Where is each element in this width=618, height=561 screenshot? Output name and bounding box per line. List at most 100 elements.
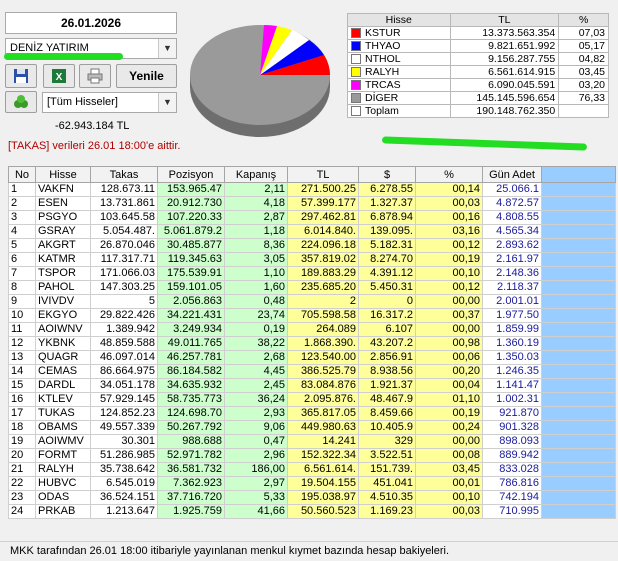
- table-cell: YKBNK: [35, 336, 91, 351]
- table-cell: 1.350.03: [482, 350, 542, 365]
- stock-filter-select[interactable]: [Tüm Hisseler] ▼: [42, 92, 177, 113]
- summary-total-label: Toplam: [347, 104, 451, 118]
- table-cell: 15: [8, 378, 36, 393]
- excel-export-button[interactable]: X: [43, 64, 75, 88]
- table-row[interactable]: 13 QUAGR 46.097.014 46.257.781 2,68 123.540.0…: [8, 350, 616, 365]
- table-cell-spacer: [541, 322, 616, 337]
- table-row[interactable]: 18 OBAMS 49.557.339 50.267.792 9,06 449.980.6…: [8, 420, 616, 435]
- table-cell: 123.540.00: [287, 350, 359, 365]
- table-cell: 00,20: [415, 364, 483, 379]
- col-header-pozisyon[interactable]: Pozisyon: [157, 166, 225, 183]
- table-cell: 742.194: [482, 490, 542, 505]
- col-header-tl[interactable]: TL: [287, 166, 359, 183]
- table-cell: 2.095.876.: [287, 392, 359, 407]
- table-cell: 86.664.975: [90, 364, 158, 379]
- table-cell: 86.184.582: [157, 364, 225, 379]
- table-cell: GSRAY: [35, 224, 91, 239]
- table-row[interactable]: 10 EKGYO 29.822.426 34.221.431 23,74 705.598.…: [8, 308, 616, 323]
- summary-header-pct: %: [558, 13, 609, 27]
- summary-pct: 03,45: [558, 65, 609, 79]
- table-cell: TUKAS: [35, 406, 91, 421]
- table-cell: 5.182.31: [358, 238, 416, 253]
- save-button[interactable]: [5, 64, 37, 88]
- table-row[interactable]: 2 ESEN 13.731.861 20.912.730 4,18 57.399.177 1…: [8, 196, 616, 211]
- table-cell: FORMT: [35, 448, 91, 463]
- table-cell: 9: [8, 294, 36, 309]
- table-cell: 1.360.19: [482, 336, 542, 351]
- table-cell: KATMR: [35, 252, 91, 267]
- table-row[interactable]: 8 PAHOL 147.303.25 159.101.05 1,60 235.685.20…: [8, 280, 616, 295]
- table-cell: 271.500.25: [287, 182, 359, 197]
- table-cell: 451.041: [358, 476, 416, 491]
- summary-total-pct: [558, 104, 609, 118]
- summary-hisse: DİGER: [347, 91, 451, 105]
- table-row[interactable]: 15 DARDL 34.051.178 34.635.932 2,45 83.084.87…: [8, 378, 616, 393]
- table-cell: 03,16: [415, 224, 483, 239]
- table-cell: 5: [90, 294, 158, 309]
- table-cell: 386.525.79: [287, 364, 359, 379]
- col-header-kapanis[interactable]: Kapanış: [224, 166, 288, 183]
- table-cell: 4: [8, 224, 36, 239]
- table-cell: 00,06: [415, 350, 483, 365]
- table-row[interactable]: 14 CEMAS 86.664.975 86.184.582 4,45 386.525.7…: [8, 364, 616, 379]
- table-cell-spacer: [541, 350, 616, 365]
- table-cell: 2.001.01: [482, 294, 542, 309]
- table-cell: 23,74: [224, 308, 288, 323]
- table-cell: 00,16: [415, 210, 483, 225]
- table-row[interactable]: 7 TSPOR 171.066.03 175.539.91 1,10 189.883.29…: [8, 266, 616, 281]
- table-row[interactable]: 24 PRKAB 1.213.647 1.925.759 41,66 50.560.523…: [8, 504, 616, 519]
- table-cell: 9,06: [224, 420, 288, 435]
- table-cell: 00,10: [415, 490, 483, 505]
- table-row[interactable]: 19 AOIWMV 30.301 988.688 0,47 14.241 329 00,00 8…: [8, 434, 616, 449]
- table-cell: 175.539.91: [157, 266, 225, 281]
- table-cell: 449.980.63: [287, 420, 359, 435]
- table-cell: 00,12: [415, 238, 483, 253]
- chevron-down-icon[interactable]: ▼: [158, 39, 176, 58]
- table-row[interactable]: 11 AOIWNV 1.389.942 3.249.934 0,19 264.089 6.1…: [8, 322, 616, 337]
- table-row[interactable]: 16 KTLEV 57.929.145 58.735.773 36,24 2.095.87…: [8, 392, 616, 407]
- table-row[interactable]: 21 RALYH 35.738.642 36.581.732 186,00 6.561.6…: [8, 462, 616, 477]
- table-cell: 1,18: [224, 224, 288, 239]
- table-row[interactable]: 23 ODAS 36.524.151 37.716.720 5,33 195.038.97…: [8, 490, 616, 505]
- table-cell: 103.645.58: [90, 210, 158, 225]
- table-row[interactable]: 3 PSGYO 103.645.58 107.220.33 2,87 297.462.81…: [8, 210, 616, 225]
- table-cell: 1.868.390.: [287, 336, 359, 351]
- table-row[interactable]: 22 HUBVC 6.545.019 7.362.923 2,97 19.504.155 4…: [8, 476, 616, 491]
- footer-note: MKK tarafından 26.01 18:00 itibariyle ya…: [0, 541, 618, 561]
- table-cell: 52.971.782: [157, 448, 225, 463]
- table-cell: IVIVDV: [35, 294, 91, 309]
- table-cell: QUAGR: [35, 350, 91, 365]
- group-button[interactable]: [5, 91, 37, 113]
- col-header-takas[interactable]: Takas: [90, 166, 158, 183]
- col-header-pct[interactable]: %: [415, 166, 483, 183]
- table-row[interactable]: 1 VAKFN 128.673.11 153.965.47 2,11 271.500.25…: [8, 182, 616, 197]
- table-cell: 235.685.20: [287, 280, 359, 295]
- col-header-gun-adet[interactable]: Gün Adet: [482, 166, 542, 183]
- table-cell: 2,97: [224, 476, 288, 491]
- table-row[interactable]: 6 KATMR 117.317.71 119.345.63 3,05 357.819.02…: [8, 252, 616, 267]
- col-header-hisse[interactable]: Hisse: [35, 166, 91, 183]
- table-cell: 119.345.63: [157, 252, 225, 267]
- col-header-usd[interactable]: $: [358, 166, 416, 183]
- table-cell: 24: [8, 504, 36, 519]
- table-row[interactable]: 20 FORMT 51.286.985 52.971.782 2,96 152.322.3…: [8, 448, 616, 463]
- table-cell: 171.066.03: [90, 266, 158, 281]
- table-row[interactable]: 17 TUKAS 124.852.23 124.698.70 2,93 365.817.0…: [8, 406, 616, 421]
- table-row[interactable]: 9 IVIVDV 5 2.056.863 0,48 2 0 00,00 2.001.01: [8, 294, 616, 309]
- refresh-button[interactable]: Yenile: [116, 64, 177, 88]
- table-cell: 153.965.47: [157, 182, 225, 197]
- table-cell-spacer: [541, 238, 616, 253]
- chevron-down-icon[interactable]: ▼: [158, 93, 176, 112]
- table-row[interactable]: 4 GSRAY 5.054.487. 5.061.879.2 1,18 6.014.840…: [8, 224, 616, 239]
- table-cell: 2: [8, 196, 36, 211]
- table-cell: 4,45: [224, 364, 288, 379]
- col-header-no[interactable]: No: [8, 166, 36, 183]
- table-cell: 19: [8, 434, 36, 449]
- table-cell: 30.485.877: [157, 238, 225, 253]
- table-cell: 0: [358, 294, 416, 309]
- table-row[interactable]: 12 YKBNK 48.859.588 49.011.765 38,22 1.868.39…: [8, 336, 616, 351]
- print-button[interactable]: [79, 64, 111, 88]
- table-row[interactable]: 5 AKGRT 26.870.046 30.485.877 8,36 224.096.18…: [8, 238, 616, 253]
- table-cell-spacer: [541, 392, 616, 407]
- table-cell: 1.389.942: [90, 322, 158, 337]
